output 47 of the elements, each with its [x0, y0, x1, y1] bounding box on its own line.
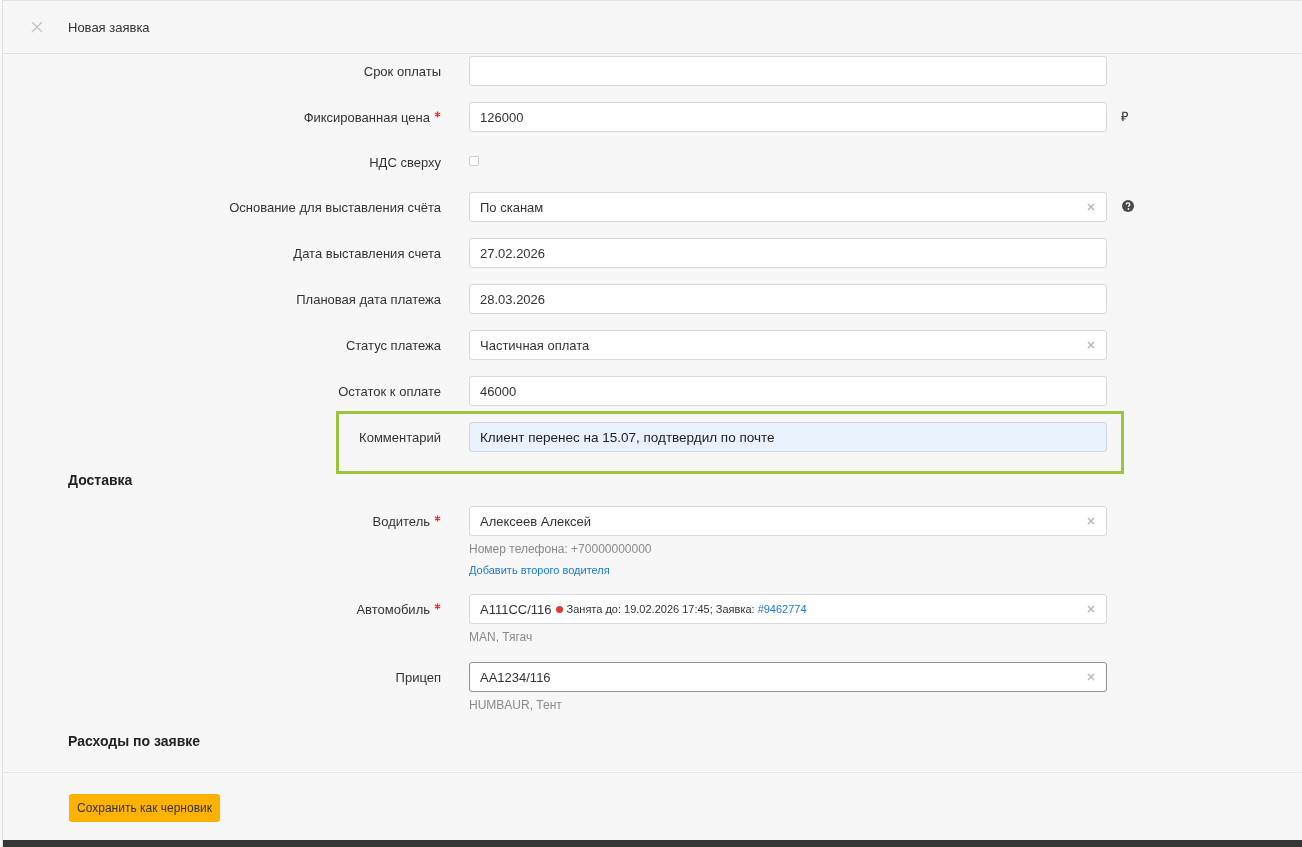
field-label: Прицеп [395, 669, 441, 685]
input-field[interactable]: 28.03.2026 [469, 284, 1107, 314]
select-field[interactable]: По сканам [469, 192, 1107, 222]
field-label: Основание для выставления счёта [229, 199, 441, 215]
field-value: А111СС/116 [480, 601, 552, 617]
dialog-title: Новая заявка [68, 19, 150, 35]
field-label: Статус платежа [345, 337, 441, 353]
field-value: Частичная оплата [480, 337, 590, 353]
order-link[interactable]: #9462774 [757, 603, 807, 615]
field-label: Фиксированная цена [303, 109, 430, 125]
select-field[interactable]: Алексеев Алексей [469, 506, 1107, 536]
input-field[interactable] [469, 56, 1107, 86]
field-label: НДС сверху [369, 154, 441, 170]
save-draft-button[interactable]: Сохранить как черновик [69, 794, 220, 822]
clear-icon[interactable] [1087, 203, 1095, 211]
field-label: Срок оплаты [363, 63, 441, 79]
input-field[interactable]: 46000 [469, 376, 1107, 406]
select-field[interactable]: Частичная оплата [469, 330, 1107, 360]
field-label: Дата выставления счета [293, 245, 441, 261]
section-title: Расходы по заявке [68, 732, 201, 750]
close-icon[interactable] [31, 21, 43, 33]
clear-icon[interactable] [1087, 341, 1095, 349]
hint-text: Номер телефона: +70000000000 [469, 541, 652, 557]
clear-icon[interactable] [1087, 673, 1095, 681]
clear-icon[interactable] [1087, 605, 1095, 613]
currency-sign: ₽ [1121, 108, 1129, 126]
field-label: Водитель [372, 513, 430, 529]
select-field[interactable]: АА1234/116 [469, 662, 1107, 692]
add-driver-link[interactable]: Добавить второго водителя [469, 563, 610, 577]
field-label: Комментарий [359, 429, 441, 445]
clear-icon[interactable] [1087, 517, 1095, 525]
select-field[interactable]: А111СС/116 Занята до: 19.02.2026 17:45; Заявка: #9462774 [469, 594, 1107, 624]
field-value: Алексеев Алексей [480, 513, 592, 529]
input-field[interactable]: 126000 [469, 102, 1107, 132]
field-value: По сканам [480, 199, 544, 215]
input-field[interactable]: 27.02.2026 [469, 238, 1107, 268]
field-label: Автомобиль [356, 601, 430, 617]
status-text: Занята до: 19.02.2026 17:45; Заявка: [566, 603, 755, 615]
field-label: Остаток к оплате [338, 383, 441, 399]
help-icon[interactable] [1122, 200, 1134, 212]
hint-text: MAN, Тягач [469, 629, 533, 645]
checkbox[interactable] [469, 156, 479, 166]
field-value: АА1234/116 [480, 669, 551, 685]
input-field[interactable]: Клиент перенес на 15.07, подтвердил по почте [469, 422, 1107, 452]
hint-text: HUMBAUR, Тент [469, 697, 562, 713]
field-label: Плановая дата платежа [296, 291, 441, 307]
section-title: Доставка [68, 471, 133, 489]
